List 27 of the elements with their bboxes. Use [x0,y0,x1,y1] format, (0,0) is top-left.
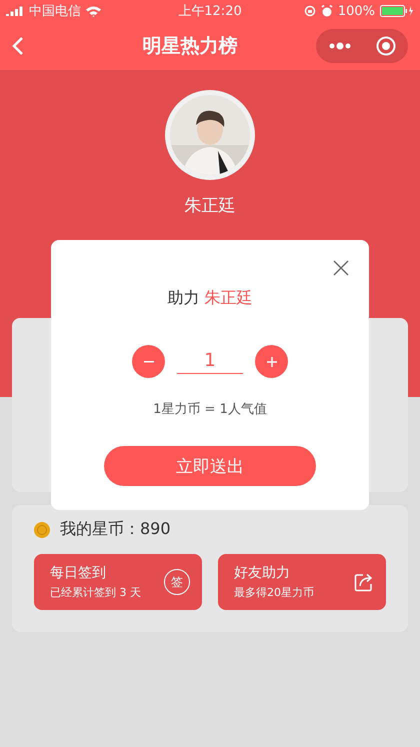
close-target-icon[interactable] [376,36,396,56]
quantity-field[interactable]: 1 [177,350,243,374]
back-icon[interactable] [12,36,24,56]
coin-balance: 我的星币：890 [60,519,171,540]
coin-icon [34,522,50,538]
close-icon[interactable] [333,260,349,276]
wifi-icon [86,6,101,16]
more-icon[interactable] [328,42,350,50]
battery-icon [380,5,414,17]
dialog-title: 助力 朱正廷 [167,288,253,309]
share-icon [354,572,374,592]
star-name: 朱正廷 [184,195,236,217]
task-button[interactable]: 好友助力 最多得20星力币 [218,554,386,610]
alarm-icon [320,5,333,17]
rotation-lock-icon [304,5,316,17]
minus-icon [144,360,154,362]
plus-button[interactable] [255,345,288,378]
battery-percent: 100% [338,4,375,18]
send-button[interactable]: 立即送出 [104,446,316,486]
page-title: 明星热力榜 [142,34,238,59]
signal-icon [6,6,24,16]
plus-icon [266,356,276,366]
minus-button[interactable] [132,345,165,378]
carrier-text: 中国电信 [29,3,81,20]
task-button[interactable]: 每日签到 已经累计签到 3 天 签 [34,554,202,610]
clock-time: 上午12:20 [178,3,242,20]
exchange-rate: 1星力币 = 1人气值 [153,401,267,418]
